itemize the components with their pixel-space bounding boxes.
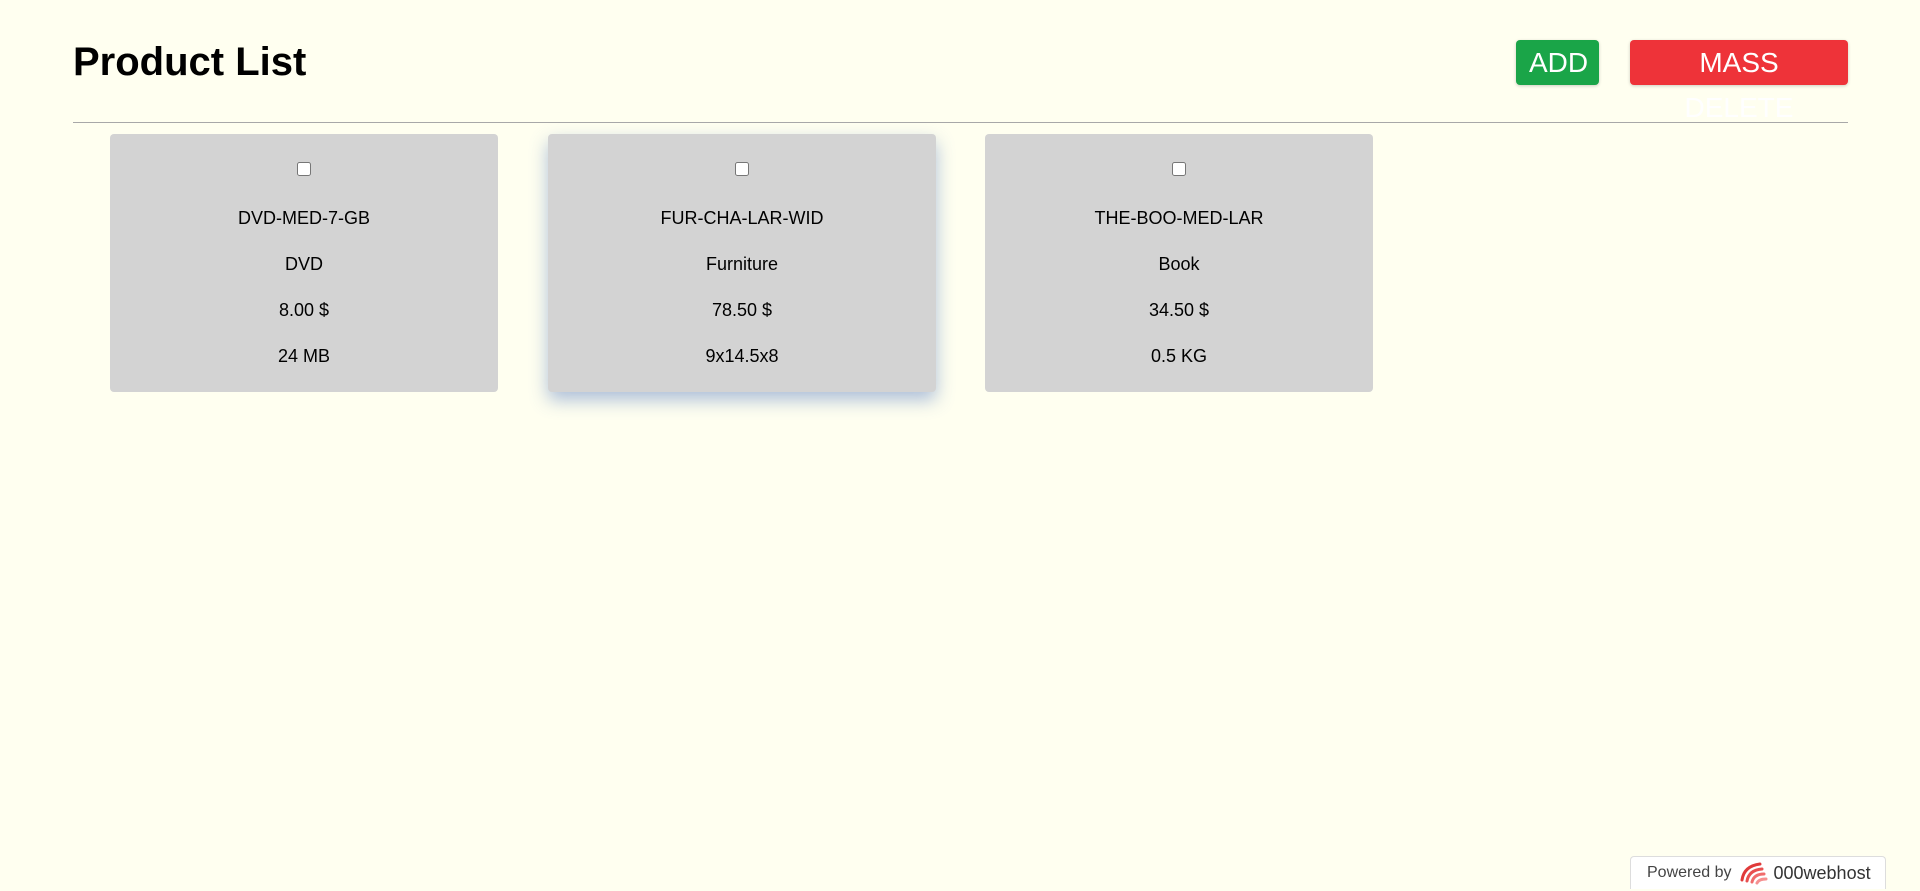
brand-name: 000webhost	[1773, 862, 1871, 883]
product-sku: THE-BOO-MED-LAR	[1094, 208, 1264, 228]
product-attribute: 0.5 KG	[1150, 346, 1208, 366]
product-card: FUR-CHA-LAR-WID Furniture 78.50 $ 9x14.5…	[548, 134, 936, 392]
page-header: Product List ADD MASS DELETE	[73, 0, 1848, 123]
product-card: THE-BOO-MED-LAR Book 34.50 $ 0.5 KG	[985, 134, 1373, 392]
powered-by-label: Powered by	[1647, 864, 1732, 881]
product-price: 34.50 $	[1148, 300, 1210, 320]
product-card: DVD-MED-7-GB DVD 8.00 $ 24 MB	[110, 134, 498, 392]
product-price: 8.00 $	[278, 300, 330, 320]
delete-checkbox[interactable]	[297, 162, 311, 176]
product-name: Book	[1158, 254, 1200, 274]
product-attribute: 9x14.5x8	[705, 346, 779, 366]
delete-checkbox[interactable]	[735, 162, 749, 176]
product-sku: FUR-CHA-LAR-WID	[660, 208, 824, 228]
000webhost-logo-icon	[1738, 860, 1770, 886]
product-grid: DVD-MED-7-GB DVD 8.00 $ 24 MB FUR-CHA-LA…	[110, 134, 1810, 394]
page-title: Product List	[73, 40, 307, 84]
mass-delete-button[interactable]: MASS DELETE	[1630, 40, 1848, 123]
product-price: 78.50 $	[711, 300, 773, 320]
delete-checkbox[interactable]	[1172, 162, 1186, 176]
powered-by-badge[interactable]: Powered by 000webhost	[1630, 856, 1886, 889]
product-sku: DVD-MED-7-GB	[237, 208, 370, 228]
product-name: Furniture	[705, 254, 779, 274]
add-button[interactable]: ADD	[1516, 40, 1599, 85]
product-name: DVD	[284, 254, 323, 274]
product-attribute: 24 MB	[277, 346, 331, 366]
